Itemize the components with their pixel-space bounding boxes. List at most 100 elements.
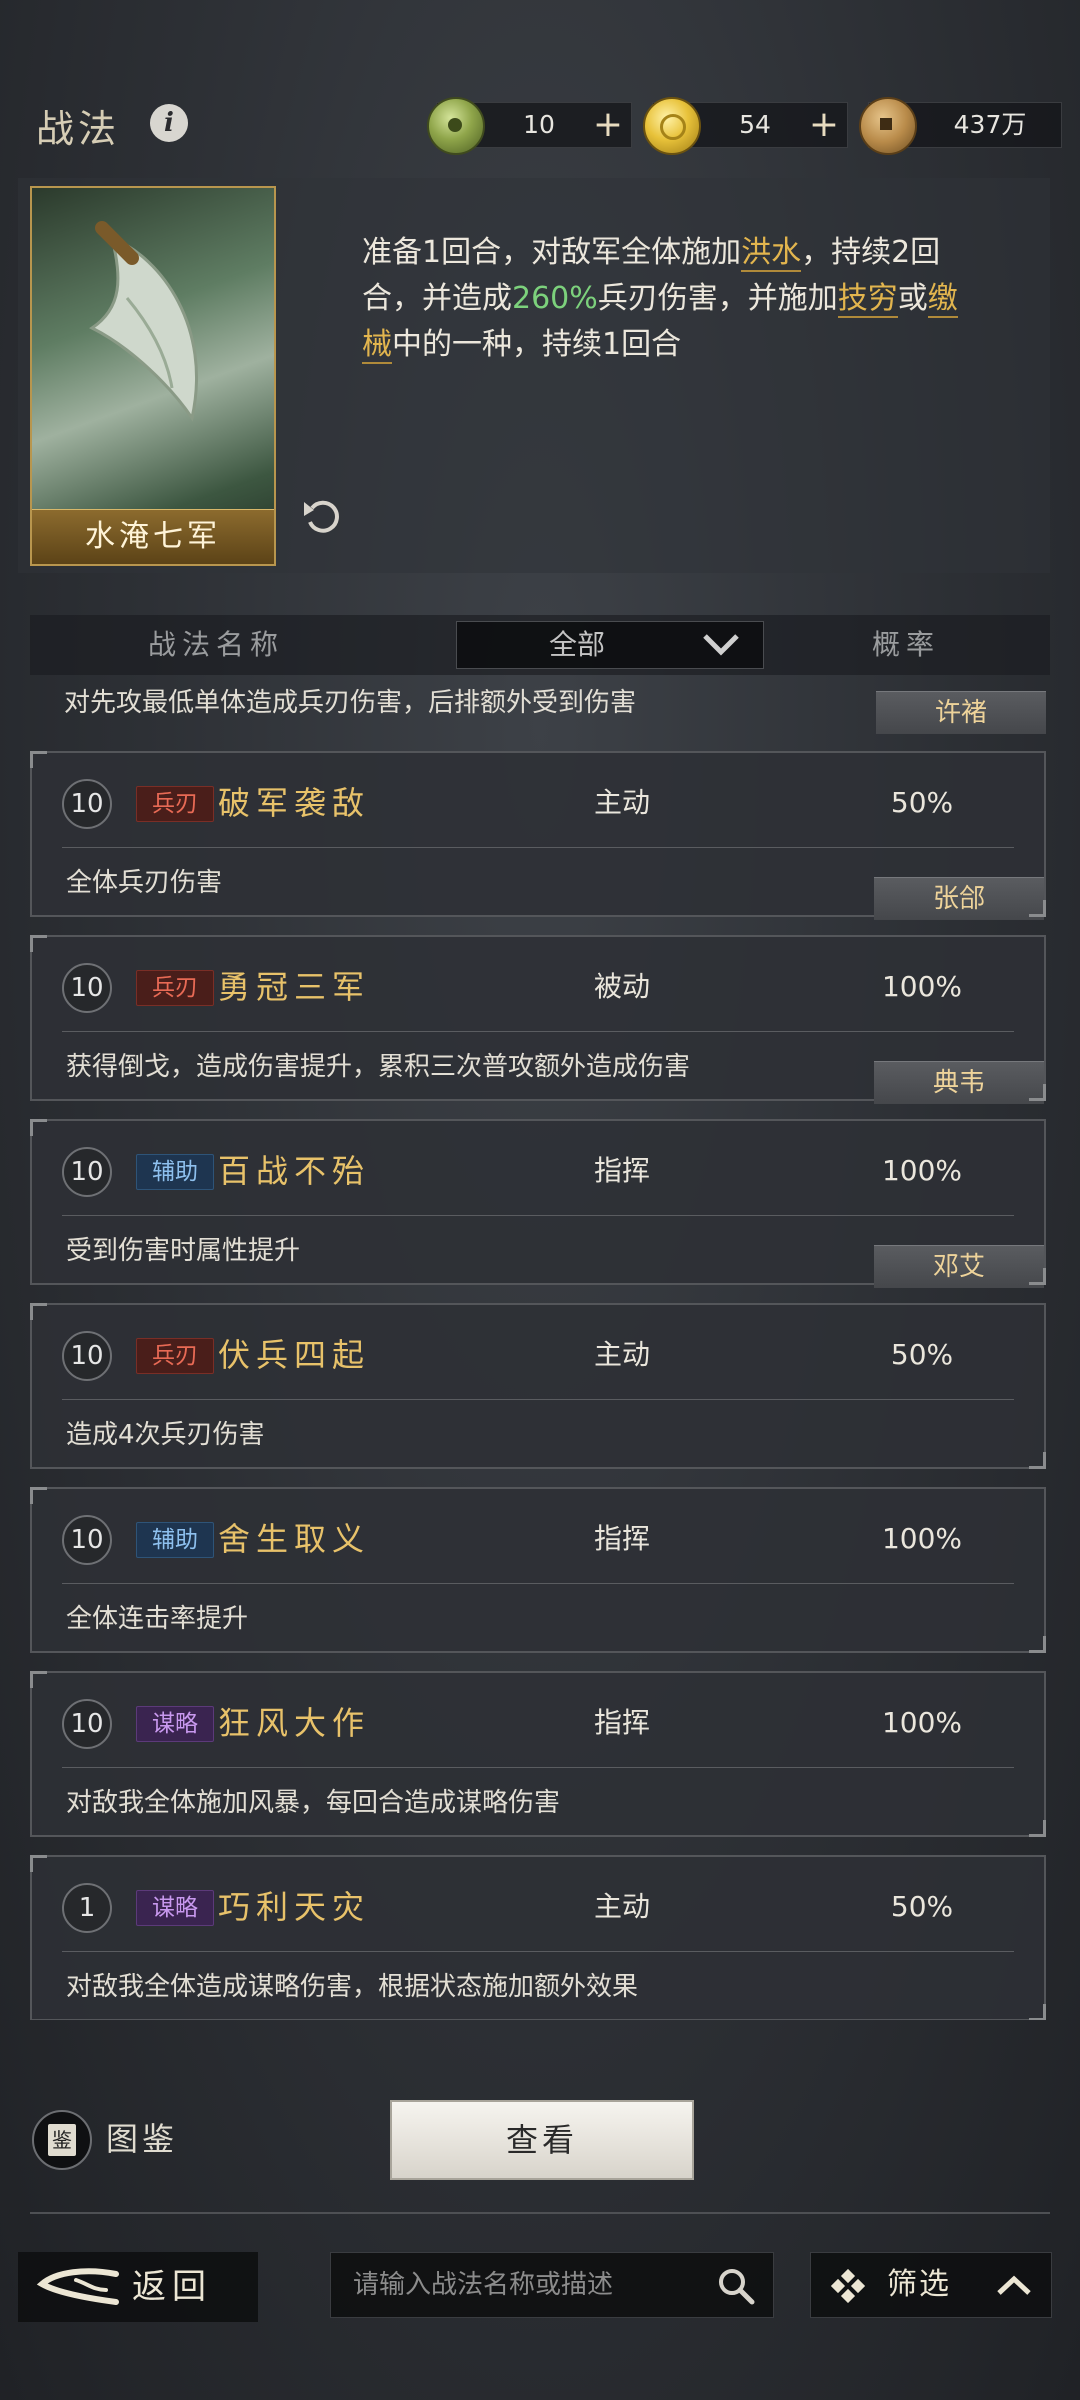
back-label: 返回 <box>132 2267 212 2307</box>
skill-rate: 100% <box>881 1706 963 1739</box>
list-item[interactable]: 10 兵刃 破军袭敌 主动 50% 全体兵刃伤害 张郃 <box>30 751 1046 920</box>
add-gold-button[interactable]: + <box>809 103 839 147</box>
gold-value: 54 <box>739 110 771 139</box>
row-divider <box>62 1215 1014 1216</box>
skill-card-name: 水淹七军 <box>32 509 274 564</box>
add-jade-button[interactable]: + <box>593 103 623 147</box>
column-rate: 概率 <box>872 628 941 661</box>
skill-tag: 谋略 <box>136 1706 214 1742</box>
keyword-skill-exhausted[interactable]: 技穷 <box>837 281 898 318</box>
skill-type: 指挥 <box>593 1706 650 1739</box>
copper-currency: 437万 <box>859 97 1062 155</box>
skill-description: 准备1回合，对敌军全体施加洪水，持续2回合，并造成260%兵刃伤害，并施加技穷或… <box>362 235 958 364</box>
skill-desc: 对敌我全体施加风暴，每回合造成谋略伤害 <box>66 1788 561 1818</box>
hero-name[interactable]: 许褚 <box>876 691 1046 734</box>
skill-rate: 50% <box>890 1890 954 1923</box>
skill-name: 狂风大作 <box>218 1704 371 1742</box>
search-icon[interactable] <box>717 2267 755 2305</box>
skill-desc: 全体连击率提升 <box>66 1604 249 1634</box>
jade-coin-icon <box>427 97 485 155</box>
skill-type: 主动 <box>593 1890 650 1923</box>
skill-tag: 谋略 <box>136 1890 214 1926</box>
skill-tag: 辅助 <box>136 1522 214 1558</box>
skill-rate: 50% <box>890 1338 954 1371</box>
list-item[interactable]: 10 辅助 舍生取义 指挥 100% 全体连击率提升 <box>30 1487 1046 1653</box>
chevron-up-icon <box>997 2275 1031 2295</box>
filter-button[interactable]: 筛选 <box>810 2252 1052 2318</box>
gold-currency: 54 + <box>643 97 848 155</box>
page-title: 战法 <box>36 107 121 151</box>
skill-name: 破军袭敌 <box>218 784 371 822</box>
row-divider <box>62 1031 1014 1032</box>
copper-value: 437万 <box>953 110 1027 139</box>
column-skill-name: 战法名称 <box>148 628 285 661</box>
row-divider <box>62 1767 1014 1768</box>
skill-level: 1 <box>62 1883 112 1933</box>
list-item[interactable]: 10 辅助 百战不殆 指挥 100% 受到伤害时属性提升 邓艾 <box>30 1119 1046 1288</box>
hero-name[interactable]: 邓艾 <box>874 1245 1044 1288</box>
skill-name: 百战不殆 <box>218 1152 371 1190</box>
list-item[interactable]: 1 谋略 巧利天灾 主动 50% 对敌我全体造成谋略伤害，根据状态施加额外效果 <box>30 1855 1046 2020</box>
skill-type: 指挥 <box>593 1522 650 1555</box>
skill-name: 伏兵四起 <box>218 1336 371 1374</box>
keyword-flood[interactable]: 洪水 <box>741 235 802 272</box>
list-item[interactable]: 对先攻最低单体造成兵刃伤害，后排额外受到伤害 许褚 <box>30 675 1050 734</box>
skill-tag: 兵刃 <box>136 1338 214 1374</box>
skill-type: 主动 <box>593 1338 650 1371</box>
filter-label: 筛选 <box>887 2267 951 2302</box>
skill-tag: 兵刃 <box>136 970 214 1006</box>
blade-art-icon <box>89 221 198 422</box>
skill-name: 巧利天灾 <box>218 1888 371 1926</box>
skill-table-header: 战法名称 全部 概率 <box>30 615 1050 675</box>
list-item[interactable]: 10 兵刃 勇冠三军 被动 100% 获得倒戈，造成伤害提升，累积三次普攻额外造… <box>30 935 1046 1104</box>
skill-desc: 全体兵刃伤害 <box>66 868 223 898</box>
skill-name: 舍生取义 <box>218 1520 371 1558</box>
skill-rate: 100% <box>881 970 963 1003</box>
row-divider <box>62 1399 1014 1400</box>
hero-name[interactable]: 张郃 <box>874 877 1044 920</box>
gold-coin-icon <box>643 97 701 155</box>
skill-desc: 对敌我全体造成谋略伤害，根据状态施加额外效果 <box>66 1972 639 2002</box>
codex-label[interactable]: 图鉴 <box>106 2114 178 2164</box>
skill-desc: 对先攻最低单体造成兵刃伤害，后排额外受到伤害 <box>64 688 637 718</box>
filter-diamond-icon <box>831 2269 865 2303</box>
jade-value: 10 <box>523 110 555 139</box>
skill-level: 10 <box>62 779 112 829</box>
skill-type: 指挥 <box>593 1154 650 1187</box>
skill-level: 10 <box>62 963 112 1013</box>
copper-coin-icon <box>859 97 917 155</box>
back-button[interactable]: 返回 <box>18 2252 258 2322</box>
back-arrow-icon <box>36 2268 119 2305</box>
skill-desc: 受到伤害时属性提升 <box>66 1236 301 1266</box>
info-icon[interactable]: i <box>150 104 188 142</box>
list-item[interactable]: 10 兵刃 伏兵四起 主动 50% 造成4次兵刃伤害 <box>30 1303 1046 1469</box>
skill-type: 被动 <box>593 970 650 1003</box>
list-item[interactable]: 10 谋略 狂风大作 指挥 100% 对敌我全体施加风暴，每回合造成谋略伤害 <box>30 1671 1046 1837</box>
refresh-icon[interactable] <box>300 492 348 540</box>
skill-list[interactable]: 对先攻最低单体造成兵刃伤害，后排额外受到伤害 许褚 10 兵刃 破军袭敌 主动 … <box>30 675 1050 2020</box>
hero-name[interactable]: 典韦 <box>874 1061 1044 1104</box>
skill-rate: 50% <box>890 786 954 819</box>
row-divider <box>62 847 1014 848</box>
skill-type: 主动 <box>593 786 650 819</box>
row-divider <box>62 1583 1014 1584</box>
search-input[interactable]: 请输入战法名称或描述 <box>330 2252 774 2318</box>
skill-name: 勇冠三军 <box>218 968 371 1006</box>
jade-currency: 10 + <box>427 97 632 155</box>
footer-divider <box>30 2212 1050 2214</box>
skill-rate: 100% <box>881 1522 963 1555</box>
type-filter-dropdown[interactable]: 全部 <box>456 621 764 669</box>
row-divider <box>62 1951 1014 1952</box>
chevron-down-icon <box>703 634 739 656</box>
skill-rate: 100% <box>881 1154 963 1187</box>
search-placeholder: 请输入战法名称或描述 <box>353 2270 614 2300</box>
skill-desc: 造成4次兵刃伤害 <box>66 1420 265 1450</box>
skill-tag: 辅助 <box>136 1154 214 1190</box>
skill-level: 10 <box>62 1515 112 1565</box>
skill-level: 10 <box>62 1147 112 1197</box>
codex-icon-glyph: 鉴 <box>48 2124 76 2156</box>
codex-icon[interactable]: 鉴 <box>32 2110 92 2170</box>
skill-card[interactable]: 水淹七军 <box>30 186 276 566</box>
view-button[interactable]: 查看 <box>390 2100 694 2180</box>
skill-level: 10 <box>62 1331 112 1381</box>
